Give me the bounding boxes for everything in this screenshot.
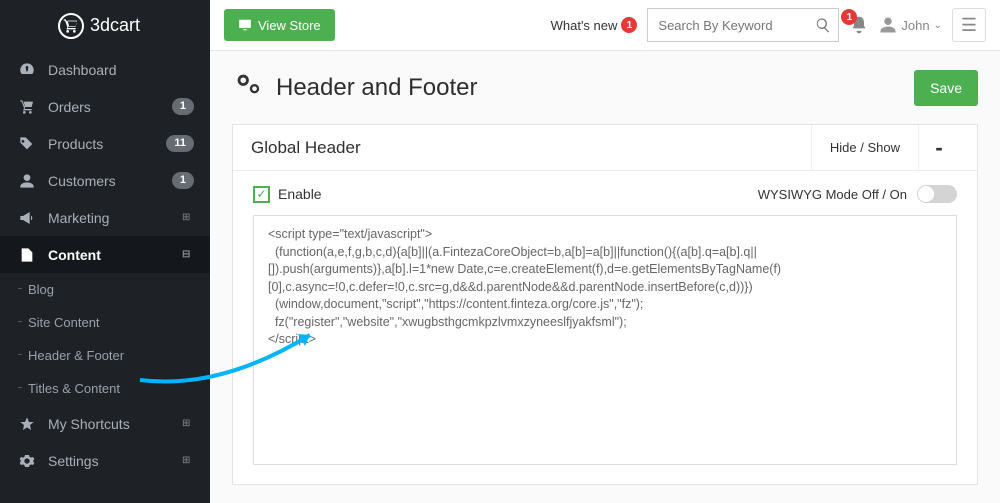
search-input[interactable] — [647, 8, 839, 42]
global-header-panel: Global Header Hide / Show - ✓ Enable WYS… — [232, 124, 978, 485]
panel-body: ✓ Enable WYSIWYG Mode Off / On — [233, 171, 977, 484]
collapse-icon: ⊟ — [182, 249, 194, 261]
sidebar-sub-headerfooter[interactable]: Header & Footer — [0, 339, 210, 372]
notifications-button[interactable]: 1 — [849, 15, 869, 35]
whats-new-link[interactable]: What's new 1 — [551, 17, 638, 33]
enable-checkbox[interactable]: ✓ — [253, 186, 270, 203]
sidebar-item-label: My Shortcuts — [48, 416, 182, 432]
user-menu[interactable]: John ⌄ — [879, 16, 942, 34]
expand-icon: ⊞ — [182, 212, 194, 224]
sidebar-sub-blog[interactable]: Blog — [0, 273, 210, 306]
user-icon — [879, 16, 897, 34]
logo: 3dcart — [0, 0, 210, 51]
sidebar-item-label: Content — [48, 247, 182, 263]
collapse-button[interactable]: - — [919, 125, 959, 171]
wysiwyg-toggle[interactable] — [917, 185, 957, 203]
sidebar-badge: 1 — [172, 98, 194, 115]
sidebar-item-label: Settings — [48, 453, 182, 469]
sidebar-item-settings[interactable]: Settings ⊞ — [0, 442, 210, 479]
sidebar-item-products[interactable]: Products 11 — [0, 125, 210, 162]
wysiwyg-label: WYSIWYG Mode Off / On — [758, 187, 907, 202]
dashboard-icon — [16, 61, 38, 78]
page-header: Header and Footer Save — [232, 69, 978, 106]
monitor-icon — [238, 18, 252, 32]
hide-show-button[interactable]: Hide / Show — [811, 125, 919, 171]
tags-icon — [16, 135, 38, 152]
main-content: Header and Footer Save Global Header Hid… — [210, 51, 1000, 503]
sidebar-sub-sitecontent[interactable]: Site Content — [0, 306, 210, 339]
sidebar-item-label: Titles & Content — [28, 381, 120, 396]
chevron-down-icon: ⌄ — [934, 20, 942, 31]
gear-icon — [16, 452, 38, 469]
sidebar-item-content[interactable]: Content ⊟ — [0, 236, 210, 273]
wysiwyg-control: WYSIWYG Mode Off / On — [758, 185, 957, 203]
menu-toggle[interactable]: ☰ — [952, 8, 986, 42]
user-name: John — [901, 18, 929, 33]
sidebar-item-shortcuts[interactable]: My Shortcuts ⊞ — [0, 405, 210, 442]
view-store-button[interactable]: View Store — [224, 9, 335, 41]
whats-new-badge: 1 — [621, 17, 637, 33]
panel-title: Global Header — [251, 138, 811, 158]
expand-icon: ⊞ — [182, 418, 194, 430]
user-icon — [16, 172, 38, 189]
topbar: View Store What's new 1 1 John ⌄ ☰ — [210, 0, 1000, 51]
enable-label: Enable — [278, 186, 322, 202]
page-title: Header and Footer — [276, 74, 477, 102]
logo-text: 3dcart — [90, 15, 140, 36]
save-button[interactable]: Save — [914, 70, 978, 106]
sidebar: 3dcart Dashboard Orders 1 Products 11 Cu… — [0, 0, 210, 503]
gears-icon — [232, 69, 262, 106]
sidebar-badge: 1 — [172, 172, 194, 189]
view-store-label: View Store — [258, 18, 321, 33]
sidebar-item-label: Orders — [48, 99, 172, 115]
hamburger-icon: ☰ — [961, 15, 977, 36]
sidebar-item-orders[interactable]: Orders 1 — [0, 88, 210, 125]
file-icon — [16, 246, 38, 263]
sidebar-item-customers[interactable]: Customers 1 — [0, 162, 210, 199]
sidebar-sub-titlescontent[interactable]: Titles & Content — [0, 372, 210, 405]
sidebar-item-label: Products — [48, 136, 166, 152]
sidebar-item-label: Blog — [28, 282, 54, 297]
search-box — [647, 8, 839, 42]
sidebar-badge: 11 — [166, 135, 194, 152]
sidebar-item-dashboard[interactable]: Dashboard — [0, 51, 210, 88]
logo-icon — [58, 13, 84, 39]
sidebar-item-marketing[interactable]: Marketing ⊞ — [0, 199, 210, 236]
sidebar-item-label: Customers — [48, 173, 172, 189]
cart-icon — [16, 98, 38, 115]
search-icon[interactable] — [815, 16, 831, 33]
sidebar-item-label: Marketing — [48, 210, 182, 226]
star-icon — [16, 415, 38, 432]
sidebar-item-label: Header & Footer — [28, 348, 124, 363]
header-code-textarea[interactable] — [253, 215, 957, 465]
whats-new-label: What's new — [551, 18, 618, 33]
panel-header: Global Header Hide / Show - — [233, 125, 977, 171]
bullhorn-icon — [16, 209, 38, 226]
sidebar-item-label: Site Content — [28, 315, 100, 330]
expand-icon: ⊞ — [182, 455, 194, 467]
sidebar-item-label: Dashboard — [48, 62, 194, 78]
enable-row: ✓ Enable WYSIWYG Mode Off / On — [253, 185, 957, 203]
